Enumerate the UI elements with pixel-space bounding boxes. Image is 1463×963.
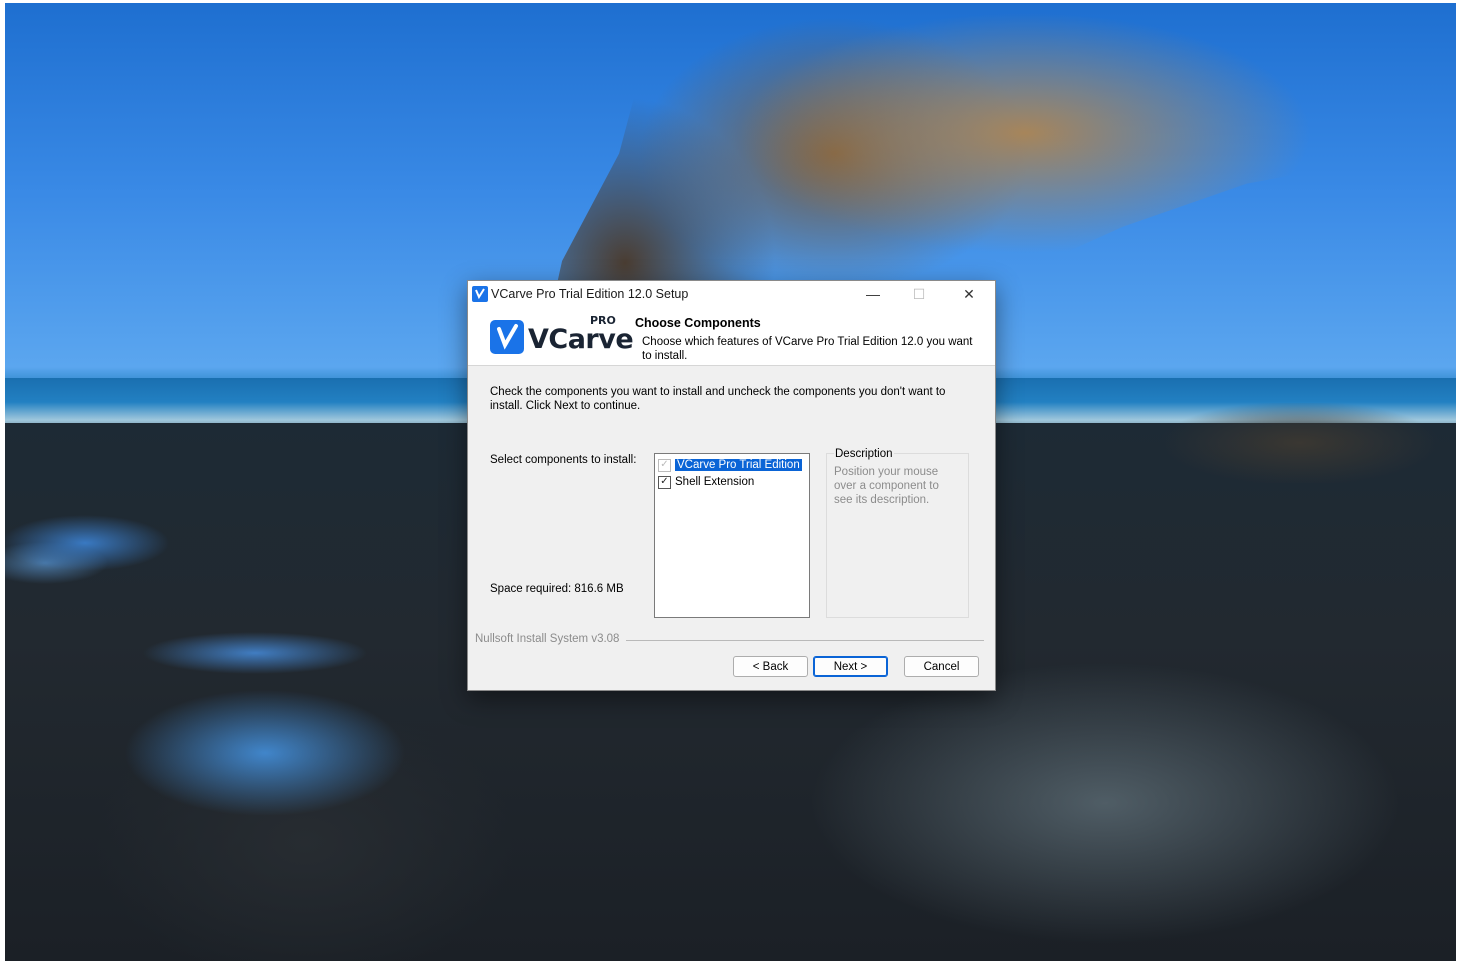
nsis-branding: Nullsoft Install System v3.08 bbox=[475, 633, 620, 645]
app-icon bbox=[472, 286, 488, 302]
checkbox-disabled-checked: ✓ bbox=[658, 458, 671, 472]
component-label[interactable]: VCarve Pro Trial Edition bbox=[674, 458, 803, 472]
page-title: Choose Components bbox=[635, 316, 761, 330]
installer-header: VCarve PRO Choose Components Choose whic… bbox=[468, 307, 995, 366]
list-item[interactable]: ✓ Shell Extension bbox=[658, 474, 754, 490]
footer-divider bbox=[626, 640, 984, 641]
maximize-icon: ☐ bbox=[912, 285, 926, 302]
description-title: Description bbox=[834, 448, 894, 460]
component-label[interactable]: Shell Extension bbox=[675, 476, 754, 488]
cancel-button[interactable]: Cancel bbox=[904, 656, 979, 677]
description-text: Position your mouse over a component to … bbox=[834, 466, 939, 506]
title-bar[interactable]: VCarve Pro Trial Edition 12.0 Setup — ☐ … bbox=[468, 281, 995, 307]
close-icon: ✕ bbox=[963, 285, 975, 302]
window-title: VCarve Pro Trial Edition 12.0 Setup bbox=[491, 287, 689, 301]
components-list[interactable]: ✓ VCarve Pro Trial Edition ✓ Shell Exten… bbox=[654, 453, 810, 618]
close-button[interactable]: ✕ bbox=[946, 281, 992, 307]
vcarve-logo: VCarve PRO bbox=[490, 314, 634, 356]
vcarve-logo-icon bbox=[490, 320, 524, 354]
logo-pro-badge: PRO bbox=[590, 314, 616, 327]
back-button[interactable]: < Back bbox=[733, 656, 808, 677]
setup-window: VCarve Pro Trial Edition 12.0 Setup — ☐ … bbox=[467, 280, 996, 691]
logo-wordmark: VCarve bbox=[528, 324, 634, 355]
select-components-label: Select components to install: bbox=[490, 454, 637, 466]
list-item[interactable]: ✓ VCarve Pro Trial Edition bbox=[658, 457, 803, 473]
page-subtitle: Choose which features of VCarve Pro Tria… bbox=[642, 336, 973, 362]
maximize-button[interactable]: ☐ bbox=[896, 281, 942, 307]
checkbox-checked[interactable]: ✓ bbox=[658, 475, 671, 489]
minimize-button[interactable]: — bbox=[850, 281, 896, 307]
next-button[interactable]: Next > bbox=[813, 656, 888, 677]
instructions-text: Check the components you want to install… bbox=[490, 386, 946, 412]
space-required-label: Space required: 816.6 MB bbox=[490, 583, 624, 595]
wallpaper-rock-shadow bbox=[1000, 403, 1456, 483]
minimize-icon: — bbox=[866, 286, 880, 302]
